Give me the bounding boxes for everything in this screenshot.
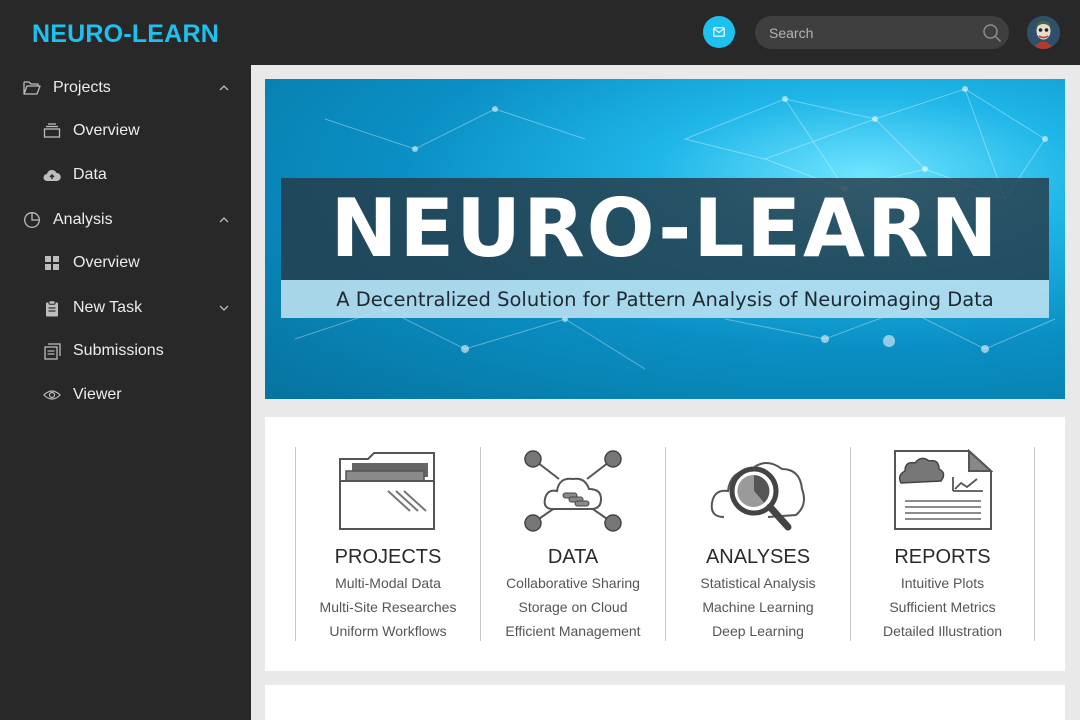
hero-banner: NEURO-LEARN A Decentralized Solution for…: [265, 79, 1065, 399]
sidebar-item-label: Data: [73, 166, 107, 183]
chevron-up-icon[interactable]: [217, 81, 231, 95]
search-icon[interactable]: [982, 23, 1002, 43]
sidebar-item-projects[interactable]: Projects: [0, 68, 251, 108]
feature-line: Machine Learning: [702, 599, 814, 615]
sidebar-item-data[interactable]: Data: [0, 155, 251, 195]
chevron-up-icon[interactable]: [217, 213, 231, 227]
cloud-upload-icon: [43, 166, 61, 184]
mail-button[interactable]: [703, 16, 735, 48]
content-panel: [265, 685, 1065, 720]
sidebar-item-submissions[interactable]: Submissions: [0, 331, 251, 371]
banner-title-strip: NEURO-LEARN: [281, 178, 1049, 280]
banner-subtitle-strip: A Decentralized Solution for Pattern Ana…: [281, 280, 1049, 318]
user-avatar[interactable]: [1027, 16, 1060, 49]
feature-line: Intuitive Plots: [900, 575, 985, 591]
pie-chart-icon: [23, 211, 41, 229]
sidebar-item-label: Overview: [73, 122, 140, 139]
feature-line: Deep Learning: [712, 623, 804, 639]
feature-line: Statistical Analysis: [700, 575, 816, 591]
feature-data[interactable]: DATA Collaborative Sharing Storage on Cl…: [480, 447, 665, 641]
sidebar-item-label: New Task: [73, 299, 143, 316]
feature-title: DATA: [547, 546, 599, 568]
feature-title: ANALYSES: [705, 546, 811, 568]
mail-icon: [713, 27, 725, 37]
cloud-magnifier-icon: [710, 462, 805, 531]
top-bar: [251, 0, 1080, 65]
banner-subtitle: A Decentralized Solution for Pattern Ana…: [336, 287, 994, 311]
feature-title: REPORTS: [894, 546, 991, 568]
sidebar-item-new-task[interactable]: New Task: [0, 288, 251, 328]
stack-icon: [43, 122, 61, 140]
sidebar-item-viewer[interactable]: Viewer: [0, 375, 251, 415]
feature-line: Detailed Illustration: [882, 623, 1003, 639]
sidebar-item-label: Viewer: [73, 386, 122, 403]
folder-icon: [339, 452, 435, 530]
feature-line: Collaborative Sharing: [506, 575, 640, 591]
feature-line: Uniform Workflows: [329, 623, 447, 639]
feature-reports[interactable]: REPORTS Intuitive Plots Sufficient Metri…: [850, 447, 1035, 641]
eye-icon: [43, 386, 61, 404]
sidebar-item-analysis-overview[interactable]: Overview: [0, 243, 251, 283]
feature-line: Multi-Site Researches: [319, 599, 457, 615]
feature-line: Storage on Cloud: [518, 599, 628, 615]
search-input[interactable]: [769, 16, 974, 49]
sidebar-item-projects-overview[interactable]: Overview: [0, 111, 251, 151]
feature-line: Multi-Modal Data: [335, 575, 441, 591]
banner-title: NEURO-LEARN: [330, 182, 1000, 275]
folder-open-icon: [23, 79, 41, 97]
sidebar: NEURO-LEARN Projects Overview Data Analy…: [0, 0, 251, 720]
feature-title: PROJECTS: [334, 546, 442, 568]
documents-icon: [43, 342, 61, 360]
chevron-down-icon[interactable]: [217, 301, 231, 315]
sidebar-item-label: Submissions: [73, 342, 164, 359]
feature-analyses[interactable]: ANALYSES Statistical Analysis Machine Le…: [665, 447, 850, 641]
sidebar-item-label: Projects: [53, 79, 111, 96]
feature-line: Efficient Management: [505, 623, 641, 639]
sidebar-item-analysis[interactable]: Analysis: [0, 200, 251, 240]
feature-line: Sufficient Metrics: [889, 599, 996, 615]
feature-projects[interactable]: PROJECTS Multi-Modal Data Multi-Site Res…: [295, 447, 480, 641]
grid-icon: [43, 254, 61, 272]
sidebar-item-label: Analysis: [53, 211, 113, 228]
cloud-network-icon: [524, 450, 622, 532]
sidebar-item-label: Overview: [73, 254, 140, 271]
features-panel: PROJECTS Multi-Modal Data Multi-Site Res…: [265, 417, 1065, 671]
search-box: [755, 16, 1009, 49]
report-icon: [894, 449, 993, 530]
brand-logo[interactable]: NEURO-LEARN: [0, 0, 251, 68]
clipboard-icon: [43, 299, 61, 317]
